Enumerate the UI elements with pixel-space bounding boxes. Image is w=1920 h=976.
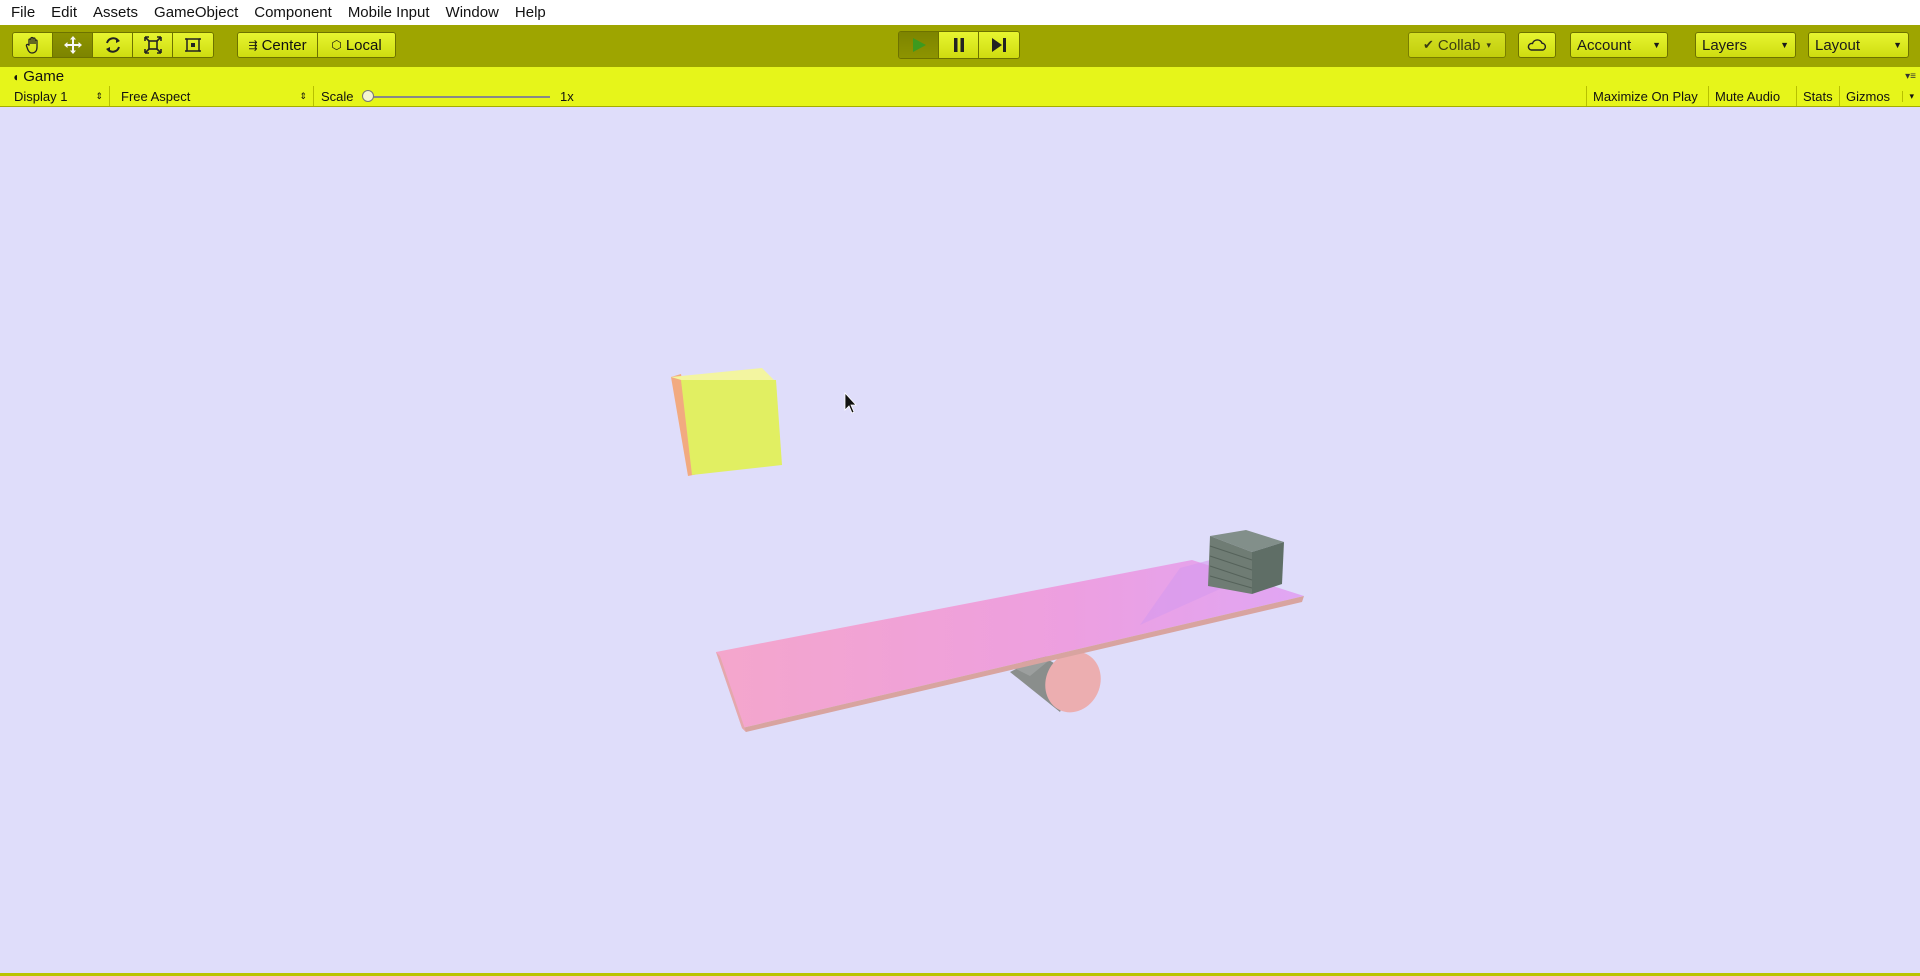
pacman-icon: ◖ <box>12 69 20 84</box>
menu-file[interactable]: File <box>3 0 43 25</box>
pause-button[interactable] <box>939 32 979 58</box>
move-icon <box>63 36 82 54</box>
menu-component[interactable]: Component <box>246 0 340 25</box>
maximize-on-play-toggle[interactable]: Maximize On Play <box>1586 86 1708 106</box>
collab-button[interactable]: ✔ Collab ▾ <box>1408 32 1506 58</box>
scale-slider-track[interactable] <box>365 96 550 98</box>
game-tab-bar: ◖ Game ▾≡ <box>0 67 1920 86</box>
scale-value: 1x <box>560 88 574 104</box>
gray-crate <box>1208 530 1284 594</box>
play-button[interactable] <box>899 32 939 58</box>
rotate-tool-button[interactable] <box>93 33 133 57</box>
pause-icon <box>953 38 964 52</box>
layers-dropdown[interactable]: Layers ▼ <box>1695 32 1796 58</box>
local-cube-icon: ⬡ <box>331 38 342 52</box>
hand-icon <box>25 36 38 54</box>
pivot-local-label: Local <box>345 36 382 54</box>
cloud-button[interactable] <box>1518 32 1556 58</box>
stats-toggle[interactable]: Stats <box>1796 86 1839 106</box>
pivot-center-icon: ⇶ <box>248 39 258 52</box>
move-tool-button[interactable] <box>53 33 93 57</box>
chevron-down-icon: ▼ <box>1652 40 1661 50</box>
chevron-down-icon: ▼ <box>1780 40 1789 50</box>
rotate-icon <box>105 37 120 53</box>
layout-dropdown[interactable]: Layout ▼ <box>1808 32 1909 58</box>
check-icon: ✔ <box>1423 37 1434 52</box>
step-icon <box>992 38 1006 52</box>
scale-label: Scale <box>321 88 354 104</box>
pivot-controls: ⇶ Center ⬡ Local <box>237 32 396 58</box>
scale-slider-thumb[interactable] <box>362 90 374 102</box>
menu-mobile-input[interactable]: Mobile Input <box>340 0 438 25</box>
game-view-toolbar: Display 1 ⇕ Free Aspect ⇕ Scale 1x Maxim… <box>0 86 1920 107</box>
game-scene <box>671 368 1304 732</box>
chevron-down-icon: ▼ <box>1893 40 1902 50</box>
game-viewport[interactable] <box>0 107 1920 973</box>
scale-icon <box>143 36 162 54</box>
maximize-label: Maximize On Play <box>1593 88 1698 104</box>
tab-game-label: Game <box>23 68 65 85</box>
main-toolbar: ⇶ Center ⬡ Local ✔ Collab ▾ Account ▼ La… <box>0 25 1920 67</box>
stats-label: Stats <box>1803 88 1833 104</box>
step-button[interactable] <box>979 32 1019 58</box>
aspect-label: Free Aspect <box>121 88 191 104</box>
menu-window[interactable]: Window <box>438 0 507 25</box>
menu-assets[interactable]: Assets <box>85 0 146 25</box>
tab-game[interactable]: ◖ Game <box>0 68 64 85</box>
aspect-dropdown[interactable]: Free Aspect ⇕ <box>115 86 314 106</box>
menu-edit[interactable]: Edit <box>43 0 85 25</box>
rect-tool-button[interactable] <box>173 33 213 57</box>
gizmos-label: Gizmos <box>1846 88 1891 104</box>
pivot-local-button[interactable]: ⬡ Local <box>318 33 395 57</box>
display-dropdown[interactable]: Display 1 ⇕ <box>8 86 110 106</box>
cloud-icon <box>1527 39 1547 51</box>
mute-label: Mute Audio <box>1715 88 1781 104</box>
collab-label: Collab <box>1437 36 1481 54</box>
gizmos-dropdown[interactable]: Gizmos ▾ <box>1839 86 1920 106</box>
pivot-center-button[interactable]: ⇶ Center <box>238 33 318 57</box>
mouse-cursor-icon <box>844 391 857 414</box>
pivot-center-label: Center <box>261 36 307 54</box>
updown-arrow-icon: ⇕ <box>95 90 103 101</box>
chevron-down-icon: ▾ <box>1902 90 1914 102</box>
display-label: Display 1 <box>14 88 68 104</box>
play-controls <box>898 31 1020 59</box>
layout-label: Layout <box>1815 36 1861 54</box>
transform-tools <box>12 32 214 58</box>
layers-label: Layers <box>1702 36 1748 54</box>
play-icon <box>912 38 926 52</box>
panel-menu-icon[interactable]: ▾≡ <box>1905 71 1916 82</box>
mute-audio-toggle[interactable]: Mute Audio <box>1708 86 1796 106</box>
account-dropdown[interactable]: Account ▼ <box>1570 32 1668 58</box>
account-label: Account <box>1577 36 1632 54</box>
menu-bar: File Edit Assets GameObject Component Mo… <box>0 0 1920 25</box>
yellow-cube <box>671 368 782 476</box>
menu-help[interactable]: Help <box>507 0 554 25</box>
scale-tool-button[interactable] <box>133 33 173 57</box>
scale-value-wrap: 1x <box>554 86 580 106</box>
chevron-down-icon: ▾ <box>1486 39 1491 50</box>
rect-tool-icon <box>185 38 201 52</box>
hand-tool-button[interactable] <box>13 33 53 57</box>
updown-arrow-icon: ⇕ <box>299 90 307 101</box>
menu-gameobject[interactable]: GameObject <box>146 0 246 25</box>
